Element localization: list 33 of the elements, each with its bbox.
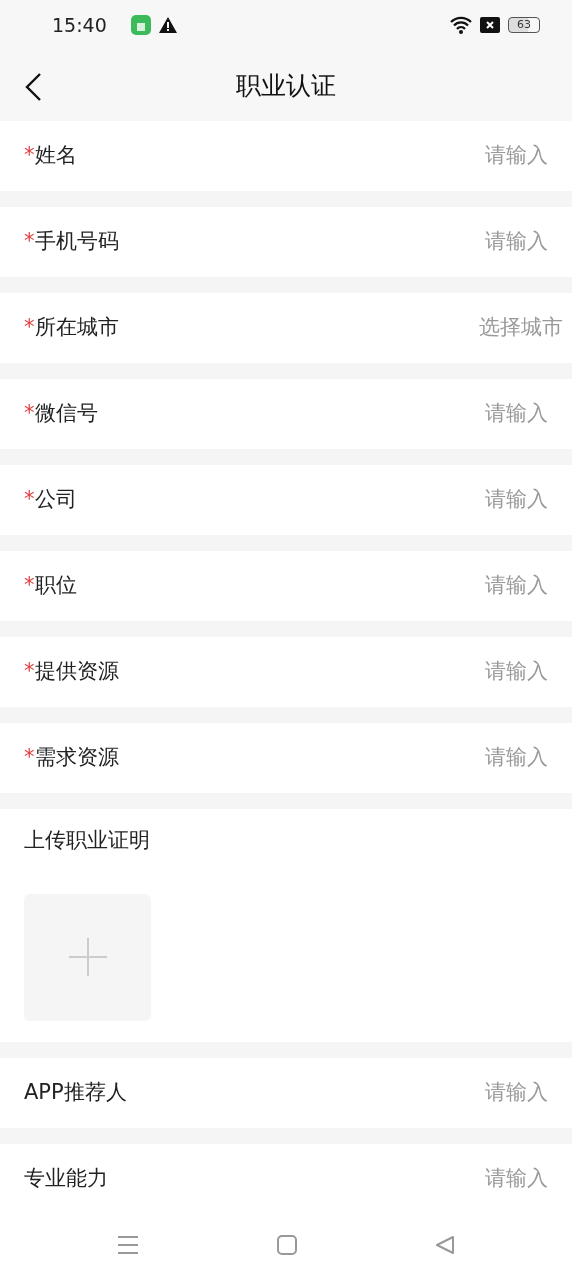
status-time: 15:40 bbox=[52, 12, 107, 38]
field-label: *提供资源 bbox=[24, 658, 119, 686]
text-input[interactable]: 请输入 bbox=[388, 226, 548, 258]
home-icon[interactable] bbox=[277, 1235, 297, 1255]
field-label: *微信号 bbox=[24, 400, 98, 428]
text-input[interactable]: 请输入 bbox=[388, 742, 548, 774]
field-label: *手机号码 bbox=[24, 228, 119, 256]
field-label: *姓名 bbox=[24, 142, 77, 170]
sim-error-icon bbox=[480, 17, 500, 33]
text-input[interactable]: 请输入 bbox=[388, 656, 548, 688]
text-input[interactable]: 请输入 bbox=[388, 1076, 548, 1109]
field-label: *所在城市 bbox=[24, 314, 119, 342]
field-label: *职位 bbox=[24, 572, 77, 600]
text-input[interactable]: 请输入 bbox=[388, 398, 548, 430]
text-input[interactable]: 请输入 bbox=[388, 1162, 548, 1195]
warning-icon bbox=[158, 17, 177, 33]
city-select[interactable]: 选择城市 bbox=[479, 312, 563, 344]
menu-icon[interactable] bbox=[117, 1235, 139, 1255]
field-label: *公司 bbox=[24, 486, 77, 514]
text-input[interactable]: 请输入 bbox=[388, 570, 548, 602]
field-label: 上传职业证明 bbox=[24, 827, 151, 854]
field-label: 专业能力 bbox=[24, 1164, 108, 1192]
plus-icon bbox=[68, 938, 107, 976]
back-nav-icon[interactable] bbox=[435, 1235, 455, 1255]
page-title: 职业认证 bbox=[236, 69, 336, 102]
app-notification-icon bbox=[130, 15, 151, 35]
field-label: APP推荐人 bbox=[24, 1078, 127, 1106]
wifi-icon bbox=[450, 16, 472, 34]
back-icon[interactable] bbox=[24, 72, 42, 102]
text-input[interactable]: 请输入 bbox=[388, 140, 548, 172]
text-input[interactable]: 请输入 bbox=[388, 484, 548, 516]
field-label: *需求资源 bbox=[24, 744, 119, 772]
battery-icon: 63 bbox=[508, 17, 540, 33]
